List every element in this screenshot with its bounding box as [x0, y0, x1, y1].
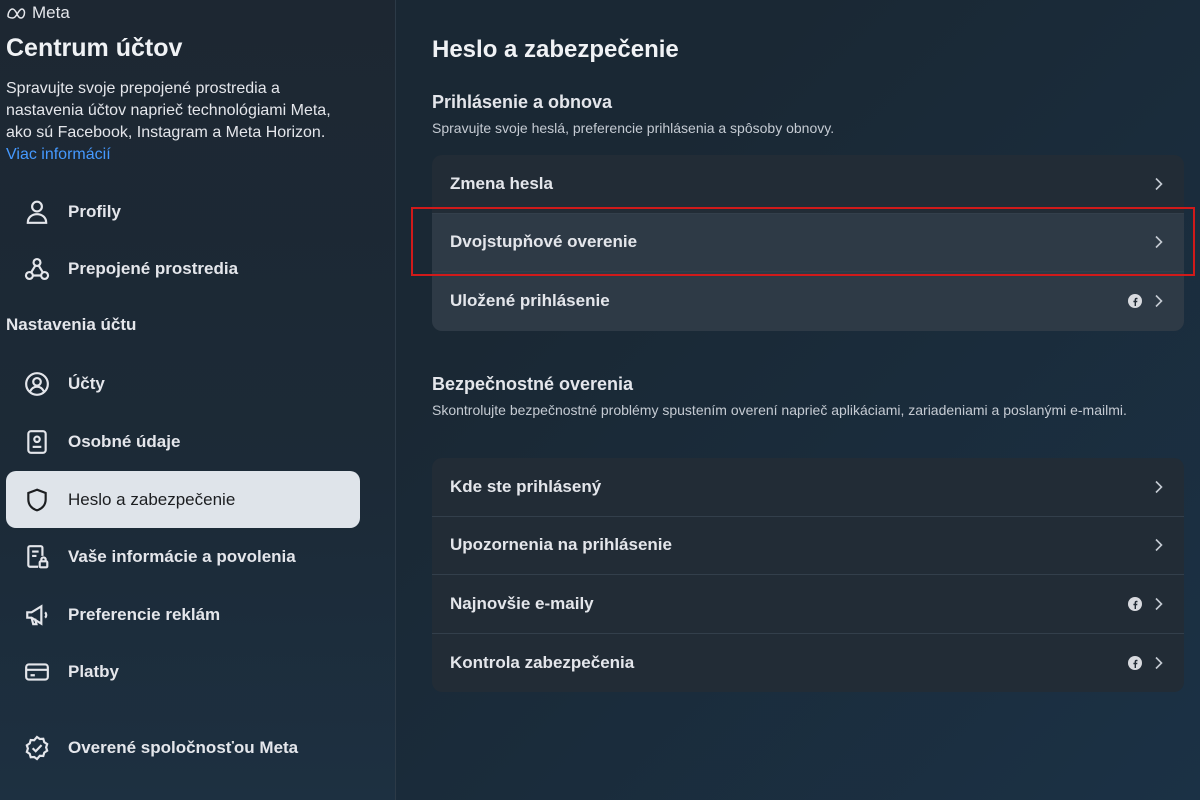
document-lock-icon [6, 544, 68, 570]
meta-logo-text: Meta [32, 3, 70, 22]
credit-card-icon [6, 659, 68, 685]
sidebar-item-payments[interactable]: Platby [6, 643, 360, 700]
person-icon [6, 199, 68, 225]
row-label: Kde ste prihlásený [450, 476, 602, 496]
connected-nodes-icon [6, 256, 68, 282]
chevron-right-icon [1154, 480, 1164, 494]
chevron-right-icon [1154, 597, 1164, 611]
recent-emails-row[interactable]: Najnovšie e-maily [432, 575, 1184, 634]
two-factor-auth-row[interactable]: Dvojstupňové overenie [432, 213, 1184, 272]
row-label: Upozornenia na prihlásenie [450, 535, 672, 555]
chevron-right-icon [1154, 177, 1164, 191]
change-password-row[interactable]: Zmena hesla [432, 155, 1184, 214]
sidebar-item-label: Účty [68, 373, 105, 393]
login-alerts-row[interactable]: Upozornenia na prihlásenie [432, 517, 1184, 575]
sidebar-item-label: Profily [68, 201, 121, 221]
chevron-right-icon [1154, 235, 1164, 249]
sidebar-item-accounts[interactable]: Účty [6, 355, 360, 412]
sidebar-item-info-permissions[interactable]: Vaše informácie a povolenia [6, 528, 360, 585]
id-card-icon [6, 429, 68, 455]
chevron-right-icon [1154, 538, 1164, 552]
sidebar-item-label: Vaše informácie a povolenia [68, 546, 296, 566]
account-settings-heading: Nastavenia účtu [6, 315, 137, 334]
sidebar-item-label: Prepojené prostredia [68, 258, 239, 278]
security-checks-heading: Bezpečnostné overenia [432, 374, 634, 394]
row-label: Dvojstupňové overenie [450, 232, 638, 252]
shield-icon [6, 487, 68, 513]
security-checks-card: Kde ste prihlásený Upozornenia na prihlá… [432, 458, 1184, 692]
row-label: Zmena hesla [450, 173, 553, 193]
verified-badge-icon [6, 734, 68, 761]
row-label: Najnovšie e-maily [450, 593, 594, 613]
sidebar-item-label: Osobné údaje [68, 431, 181, 451]
sidebar-item-profiles[interactable]: Profily [6, 183, 360, 240]
megaphone-icon [6, 602, 68, 628]
page-title: Heslo a zabezpečenie [432, 36, 679, 63]
sidebar-item-label: Preferencie reklám [68, 604, 221, 624]
login-recovery-heading: Prihlásenie a obnova [432, 92, 613, 112]
facebook-icon [1128, 294, 1142, 309]
sidebar-item-label: Heslo a zabezpečenie [68, 489, 236, 509]
row-label: Uložené prihlásenie [450, 291, 610, 311]
security-checkup-row[interactable]: Kontrola zabezpečenia [432, 634, 1184, 693]
where-logged-in-row[interactable]: Kde ste prihlásený [432, 458, 1184, 517]
facebook-icon [1128, 655, 1142, 670]
login-recovery-description: Spravujte svoje heslá, preferencie prihl… [432, 120, 835, 136]
meta-logo[interactable]: Meta [6, 3, 70, 23]
row-label: Kontrola zabezpečenia [450, 652, 635, 672]
sidebar-title: Centrum účtov [6, 34, 183, 62]
security-checks-description: Skontrolujte bezpečnostné problémy spust… [432, 402, 1127, 418]
sidebar-item-personal-details[interactable]: Osobné údaje [6, 413, 360, 470]
sidebar-item-ad-preferences[interactable]: Preferencie reklám [6, 586, 360, 643]
sidebar-item-label: Overené spoločnosťou Meta [68, 737, 299, 757]
saved-login-row[interactable]: Uložené prihlásenie [432, 272, 1184, 331]
sidebar-description-text: Spravujte svoje prepojené prostredia a n… [6, 80, 331, 141]
meta-infinity-icon [7, 8, 26, 19]
sidebar-item-label: Platby [68, 661, 120, 681]
learn-more-link[interactable]: Viac informácií [6, 146, 111, 163]
sidebar-description: Spravujte svoje prepojené prostredia a n… [6, 78, 356, 166]
sidebar-item-password-security[interactable]: Heslo a zabezpečenie [6, 471, 360, 528]
sidebar-item-meta-verified[interactable]: Overené spoločnosťou Meta [6, 719, 360, 776]
sidebar: Meta Centrum účtov Spravujte svoje prepo… [0, 0, 396, 800]
account-circle-icon [6, 371, 68, 397]
sidebar-item-connected-experiences[interactable]: Prepojené prostredia [6, 240, 360, 297]
facebook-icon [1128, 596, 1142, 611]
chevron-right-icon [1154, 656, 1164, 670]
chevron-right-icon [1154, 294, 1164, 308]
login-recovery-card: Zmena hesla Dvojstupňové overenie Uložen… [432, 155, 1184, 331]
